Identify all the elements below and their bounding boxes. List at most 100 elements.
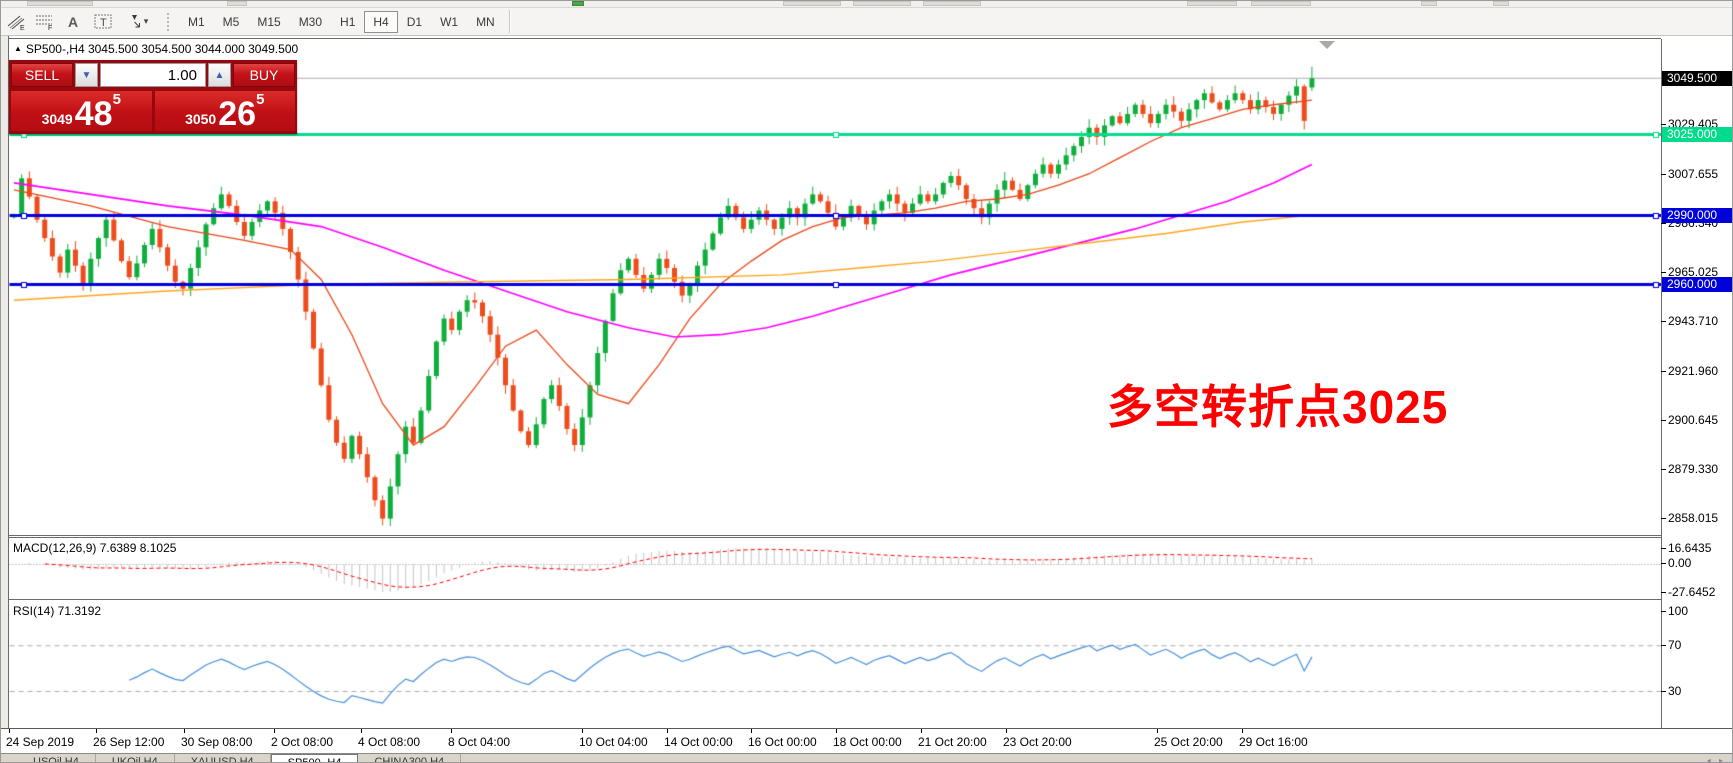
- chart-shift-marker-icon[interactable]: [1319, 41, 1335, 49]
- indicator-tick-mark: [1661, 563, 1666, 564]
- indicator-tick-mark: [1661, 691, 1666, 692]
- level-price-badge[interactable]: 2960.000: [1662, 277, 1733, 292]
- titlebar-fragment: [27, 1, 93, 6]
- indicator-tick-label: 16.6435: [1668, 542, 1711, 555]
- text-label-tool-icon[interactable]: A: [60, 10, 87, 33]
- tab-scroll-arrows[interactable]: ◂ ▸: [1707, 756, 1726, 763]
- time-tick-label: 21 Oct 20:00: [918, 735, 987, 749]
- time-tick-label: 26 Sep 12:00: [93, 735, 164, 749]
- chart-tab-xauusd[interactable]: XAUUSD,H4: [175, 754, 271, 763]
- volume-increase-button[interactable]: ▲: [208, 63, 231, 87]
- direction-arrow-icon: ▲: [14, 44, 22, 53]
- chevron-down-icon: ▾: [144, 16, 149, 27]
- titlebar-fragment: [227, 1, 247, 6]
- time-tick-mark: [836, 729, 837, 733]
- volume-decrease-button[interactable]: ▼: [75, 63, 98, 87]
- price-tick-mark: [1661, 321, 1666, 322]
- timeframe-button-w1[interactable]: W1: [431, 11, 467, 33]
- indicator-tick-mark: [1661, 548, 1666, 549]
- time-tick-label: 14 Oct 00:00: [664, 735, 733, 749]
- channels-tool-icon[interactable]: E: [2, 10, 29, 33]
- time-tick-label: 8 Oct 04:00: [448, 735, 510, 749]
- time-tick-mark: [667, 729, 668, 733]
- time-tick-label: 23 Oct 20:00: [1003, 735, 1072, 749]
- price-tick-label: 2943.710: [1668, 315, 1718, 328]
- price-tick-label: 2879.330: [1668, 463, 1718, 476]
- timeframe-button-d1[interactable]: D1: [398, 11, 431, 33]
- text-box-tool-icon[interactable]: T: [89, 10, 116, 33]
- chart-text-annotation[interactable]: 多空转折点3025: [1107, 371, 1448, 437]
- ohlc-title-text: SP500-,H4 3045.500 3054.500 3044.000 304…: [26, 42, 298, 56]
- sell-price-sup: 5: [113, 94, 121, 106]
- price-tick-mark: [1661, 174, 1666, 175]
- price-axis-border: [1661, 39, 1662, 729]
- price-tick-label: 2858.015: [1668, 512, 1718, 525]
- time-tick-mark: [96, 729, 97, 733]
- buy-price-big: 26: [218, 99, 256, 129]
- timeframe-button-m15[interactable]: M15: [248, 11, 289, 33]
- macd-indicator-label: MACD(12,26,9) 7.6389 8.1025: [13, 541, 176, 555]
- time-tick-mark: [9, 729, 10, 733]
- titlebar-fragment: [1493, 1, 1509, 6]
- sell-price-big: 48: [75, 99, 113, 129]
- sell-button[interactable]: SELL: [11, 63, 73, 87]
- timeframe-button-h1[interactable]: H1: [331, 11, 364, 33]
- svg-text:A: A: [68, 14, 78, 30]
- macd-pane-canvas[interactable]: [9, 538, 1661, 598]
- time-tick-label: 16 Oct 00:00: [748, 735, 817, 749]
- titlebar-fragment: [783, 1, 841, 6]
- price-tick-mark: [1661, 371, 1666, 372]
- buy-price-sup: 5: [256, 94, 264, 106]
- titlebar-fragment-green: [572, 1, 584, 6]
- caret-up-icon: ▲: [215, 70, 225, 81]
- time-tick-label: 18 Oct 00:00: [833, 735, 902, 749]
- current-price-badge: 3049.500: [1662, 71, 1733, 86]
- titlebar-fragment: [1187, 1, 1237, 6]
- time-axis[interactable]: 24 Sep 201926 Sep 12:0030 Sep 08:002 Oct…: [1, 728, 1733, 754]
- timeframe-button-mn[interactable]: MN: [467, 11, 504, 33]
- chart-tab-ukoil[interactable]: UKOil,H4: [96, 754, 175, 763]
- time-tick-mark: [1157, 729, 1158, 733]
- time-tick-label: 10 Oct 04:00: [579, 735, 648, 749]
- price-tick-mark: [1661, 223, 1666, 224]
- indicator-tick-label: 30: [1668, 685, 1681, 698]
- chart-tab-usoil[interactable]: USOil,H4: [17, 754, 96, 763]
- rsi-pane-canvas[interactable]: [9, 601, 1661, 728]
- svg-text:T: T: [100, 17, 107, 29]
- chart-tab-china300[interactable]: CHINA300,H4: [358, 754, 461, 763]
- pane-separator[interactable]: [9, 535, 1661, 536]
- time-tick-mark: [184, 729, 185, 733]
- chart-symbol-title: ▲ SP500-,H4 3045.500 3054.500 3044.000 30…: [14, 42, 298, 56]
- toolbar-separator: [509, 10, 510, 33]
- buy-price-display[interactable]: 3050 26 5: [155, 91, 296, 131]
- indicator-tick-mark: [1661, 592, 1666, 593]
- arrows-tool-icon[interactable]: ▾: [118, 10, 156, 33]
- buy-button[interactable]: BUY: [233, 63, 295, 87]
- titlebar-fragment: [853, 1, 911, 6]
- time-tick-label: 30 Sep 08:00: [181, 735, 252, 749]
- titlebar-fragment: [1421, 1, 1437, 6]
- chart-tab-bar: USOil,H4UKOil,H4XAUUSD,H4SP500-,H4CHINA3…: [1, 753, 1733, 763]
- volume-input[interactable]: [100, 63, 206, 87]
- buy-price-prefix: 3050: [185, 109, 216, 129]
- toolbar-gripper[interactable]: [167, 13, 173, 31]
- chart-left-gutter: [1, 36, 9, 763]
- timeframe-button-h4[interactable]: H4: [364, 11, 397, 33]
- fibonacci-tool-icon[interactable]: F: [31, 10, 58, 33]
- titlebar-partial-row: [1, 1, 1733, 8]
- chart-tab-sp500-[interactable]: SP500-,H4: [271, 754, 359, 763]
- indicator-tick-mark: [1661, 611, 1666, 612]
- time-tick-label: 25 Oct 20:00: [1154, 735, 1223, 749]
- svg-text:E: E: [20, 25, 25, 31]
- level-price-badge[interactable]: 2990.000: [1662, 208, 1733, 223]
- pane-separator[interactable]: [9, 599, 1661, 600]
- sell-price-prefix: 3049: [42, 109, 73, 129]
- sell-price-display[interactable]: 3049 48 5: [11, 91, 152, 131]
- time-tick-mark: [274, 729, 275, 733]
- level-price-badge[interactable]: 3025.000: [1662, 127, 1733, 142]
- timeframe-button-m30[interactable]: M30: [290, 11, 331, 33]
- time-tick-label: 2 Oct 08:00: [271, 735, 333, 749]
- timeframe-button-m5[interactable]: M5: [214, 11, 249, 33]
- timeframe-button-m1[interactable]: M1: [179, 11, 214, 33]
- price-tick-label: 2900.645: [1668, 414, 1718, 427]
